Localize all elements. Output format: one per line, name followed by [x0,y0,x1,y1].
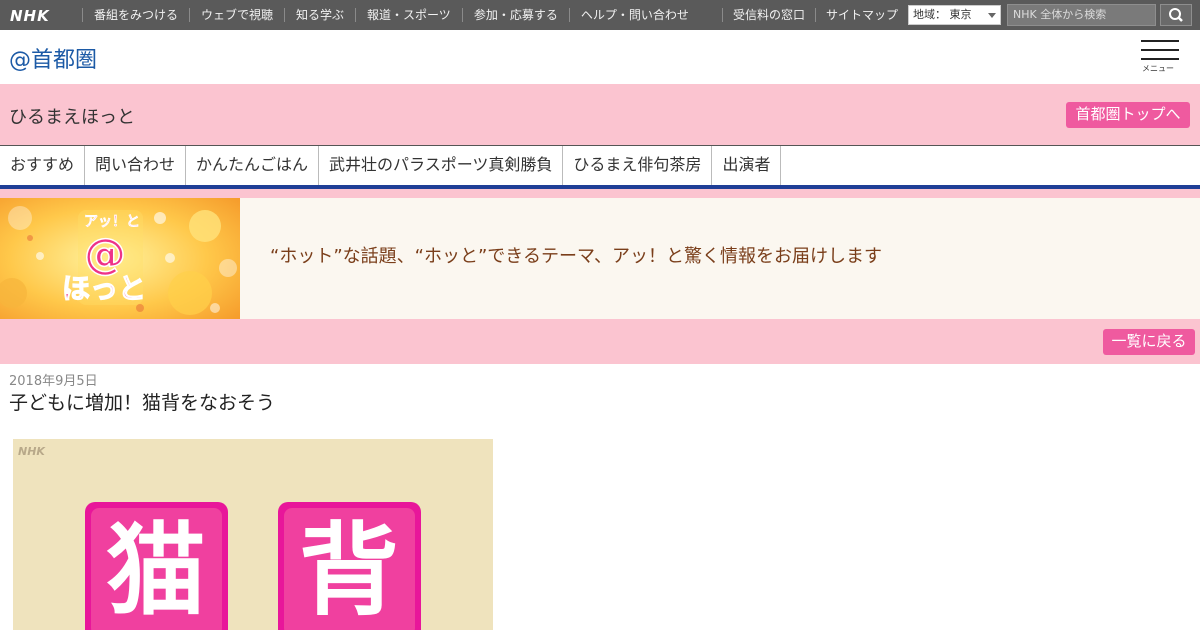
program-tabs: おすすめ 問い合わせ かんたんごはん 武井壮のパラスポーツ真剣勝負 ひるまえ俳句… [0,145,1200,185]
nav-link-find-programs[interactable]: 番組をみつける [82,8,189,22]
back-to-list-button[interactable]: 一覧に戻る [1103,329,1195,355]
shutoken-top-button[interactable]: 首都圏トップへ [1066,102,1190,128]
image-watermark: NHK [18,445,46,458]
program-logo: アッ！と @ ほっと [0,198,240,319]
logo-text-bottom: ほっと [62,272,146,305]
nav-link-participate[interactable]: 参加・応募する [461,8,569,22]
divider [0,189,1200,198]
program-header: ひるまえほっと 首都圏トップへ [0,84,1200,145]
nav-link-learn[interactable]: 知る学ぶ [284,8,355,22]
program-name[interactable]: ひるまえほっと [9,103,135,129]
nav-link-help[interactable]: ヘルプ・問い合わせ [568,8,700,22]
hamburger-icon-line [1141,58,1179,60]
nav-link-news-sports[interactable]: 報道・スポーツ [355,8,462,22]
program-tagline: “ホット”な話題、“ホッと”できるテーマ、アッ！と驚く情報をお届けします [270,246,883,267]
article-image: NHK 猫 背 [13,439,493,630]
chevron-down-icon [988,13,996,18]
article-image-art: NHK 猫 背 [13,439,493,630]
hamburger-icon-line [1141,49,1179,51]
search-input[interactable]: NHK 全体から検索 [1007,4,1156,26]
image-char-2: 背 [299,512,399,629]
nav-link-sitemap[interactable]: サイトマップ [815,8,908,22]
global-nav-links: 番組をみつける ウェブで視聴 知る学ぶ 報道・スポーツ 参加・応募する ヘルプ・… [82,0,700,30]
tab-easy-meals[interactable]: かんたんごはん [186,146,320,185]
site-header: @首都圏 メニュー [0,30,1200,84]
hamburger-icon [1141,40,1179,42]
logo-text-at: @ [84,229,126,278]
tab-haiku[interactable]: ひるまえ俳句茶房 [563,146,713,185]
tab-contact[interactable]: 問い合わせ [85,146,187,185]
list-nav-bar: 一覧に戻る [0,319,1200,364]
nav-link-license-fee[interactable]: 受信料の窓口 [722,8,815,22]
menu-label: メニュー [1142,64,1174,73]
program-banner: アッ！と @ ほっと “ホット”な話題、“ホッと”できるテーマ、アッ！と驚く情報… [0,198,1200,319]
region-select[interactable]: 地域： 東京 [908,5,1001,25]
site-title[interactable]: @首都圏 [9,42,97,74]
tab-cast[interactable]: 出演者 [712,146,782,185]
image-char-1: 猫 [106,512,206,629]
menu-button[interactable]: メニュー [1141,39,1181,75]
logo-text-top: アッ！と [84,214,140,230]
tab-recommended[interactable]: おすすめ [0,146,86,185]
article-date: 2018年9月5日 [9,374,98,389]
global-nav-bar: NHK 番組をみつける ウェブで視聴 知る学ぶ 報道・スポーツ 参加・応募する … [0,0,1200,30]
tab-para-sports[interactable]: 武井壮のパラスポーツ真剣勝負 [319,146,564,185]
program-logo-art: アッ！と @ ほっと [0,198,240,319]
article-title: 子どもに増加！猫背をなおそう [9,392,276,414]
global-nav-right-links: 受信料の窓口 サイトマップ [722,0,908,30]
region-select-value: 地域： 東京 [913,8,972,21]
nav-link-watch-web[interactable]: ウェブで視聴 [189,8,284,22]
nhk-logo[interactable]: NHK [10,7,50,25]
search-icon [1169,8,1183,22]
search-button[interactable] [1160,4,1192,26]
